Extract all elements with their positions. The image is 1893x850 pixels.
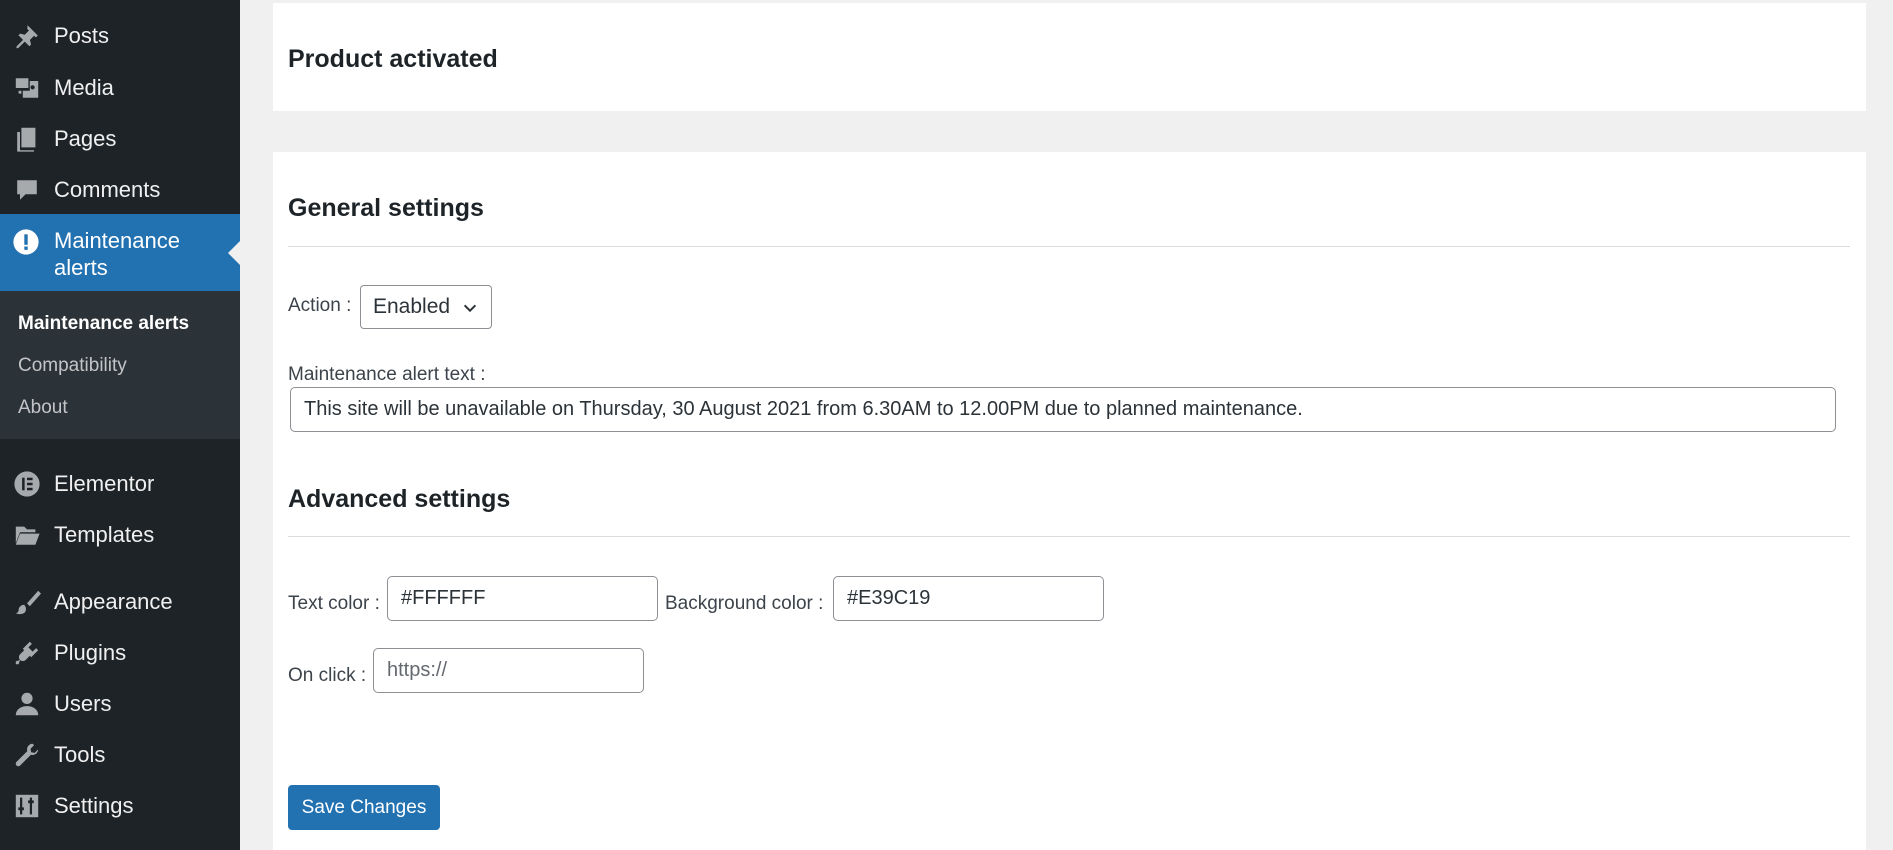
submenu-item-about[interactable]: About xyxy=(18,397,68,419)
settings-card xyxy=(273,152,1866,850)
menu-item-pages[interactable]: Pages xyxy=(0,113,240,164)
menu-item-settings[interactable]: Settings xyxy=(0,780,240,831)
status-card xyxy=(273,3,1866,111)
action-selected-value: Enabled xyxy=(373,295,451,318)
admin-sidebar: Posts Media Pages Comments Maintenance a… xyxy=(0,0,240,850)
advanced-settings-heading: Advanced settings xyxy=(288,485,511,513)
chevron-down-icon xyxy=(461,299,479,317)
pages-icon xyxy=(0,113,54,164)
menu-item-appearance[interactable]: Appearance xyxy=(0,576,240,627)
menu-label: Maintenance alerts xyxy=(54,228,180,280)
alert-icon xyxy=(12,228,40,256)
submenu-item-maintenance-alerts[interactable]: Maintenance alerts xyxy=(18,313,189,335)
menu-item-posts[interactable]: Posts xyxy=(0,10,240,61)
user-icon xyxy=(0,678,54,729)
alert-text-label: Maintenance alert text : xyxy=(288,364,486,385)
advanced-divider xyxy=(288,536,1850,537)
menu-label: Settings xyxy=(54,792,134,818)
menu-item-comments[interactable]: Comments xyxy=(0,164,240,215)
text-color-input[interactable] xyxy=(387,576,658,621)
menu-label: Pages xyxy=(54,125,117,151)
on-click-url-input[interactable] xyxy=(373,648,644,693)
general-divider xyxy=(288,246,1850,247)
menu-label: Users xyxy=(54,690,112,716)
menu-label: Comments xyxy=(54,176,161,202)
media-icon xyxy=(0,62,54,113)
settings-icon xyxy=(0,780,54,831)
menu-label: Plugins xyxy=(54,639,127,665)
wrench-icon xyxy=(0,729,54,780)
background-color-input[interactable] xyxy=(833,576,1104,621)
action-select[interactable]: Enabled xyxy=(360,285,492,329)
current-menu-arrow xyxy=(228,241,240,265)
menu-label: Tools xyxy=(54,741,106,767)
brush-icon xyxy=(0,576,54,627)
menu-item-elementor[interactable]: Elementor xyxy=(0,458,240,509)
submenu: Maintenance alerts Compatibility About xyxy=(0,291,240,439)
menu-item-media[interactable]: Media xyxy=(0,62,240,113)
on-click-label: On click : xyxy=(288,665,367,686)
menu-label: Media xyxy=(54,74,114,100)
alert-text-input[interactable] xyxy=(290,387,1836,432)
menu-item-plugins[interactable]: Plugins xyxy=(0,627,240,678)
plugin-icon xyxy=(0,627,54,678)
folder-icon xyxy=(0,509,54,560)
menu-item-maintenance-alerts[interactable]: Maintenance alerts xyxy=(0,214,240,291)
pin-icon xyxy=(0,10,54,61)
menu-label: Appearance xyxy=(54,588,173,614)
status-title: Product activated xyxy=(288,45,498,73)
save-changes-button[interactable]: Save Changes xyxy=(288,785,440,830)
menu-item-tools[interactable]: Tools xyxy=(0,729,240,780)
menu-label: Posts xyxy=(54,22,110,48)
text-color-label: Text color : xyxy=(288,593,380,614)
elementor-icon xyxy=(0,458,54,509)
action-label: Action : xyxy=(288,295,352,316)
menu-item-templates[interactable]: Templates xyxy=(0,509,240,560)
menu-item-users[interactable]: Users xyxy=(0,678,240,729)
menu-label: Templates xyxy=(54,521,155,547)
comment-icon xyxy=(0,164,54,215)
general-settings-heading: General settings xyxy=(288,194,484,222)
submenu-item-compatibility[interactable]: Compatibility xyxy=(18,355,127,377)
background-color-label: Background color : xyxy=(665,593,824,614)
menu-label: Elementor xyxy=(54,470,155,496)
